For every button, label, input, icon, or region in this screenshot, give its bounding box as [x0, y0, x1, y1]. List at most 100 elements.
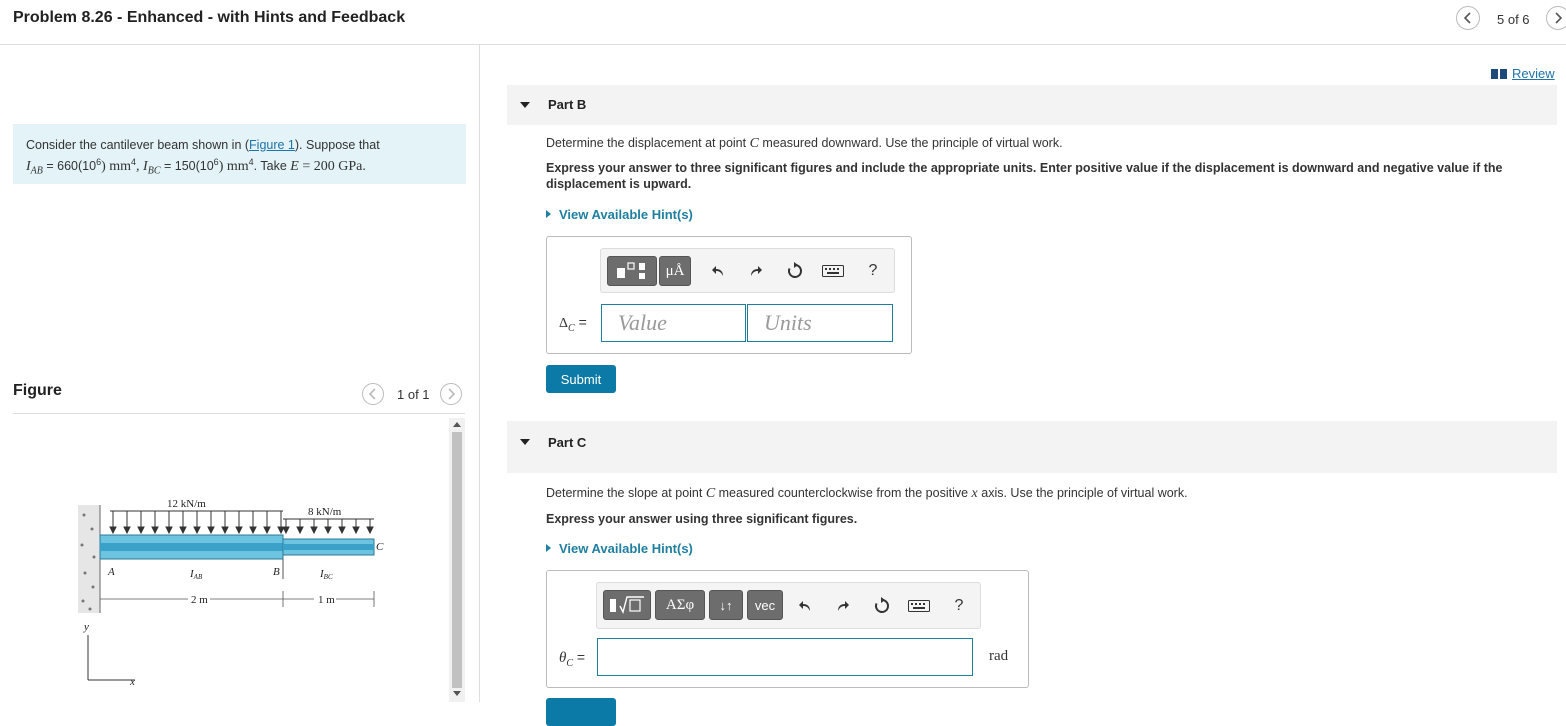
i-bc-figure-sub: BC: [324, 573, 333, 581]
problem-statement: Consider the cantilever beam shown in (F…: [13, 124, 466, 184]
part-c-toolbar: ΑΣφ ↓↑ vec ?: [596, 582, 981, 629]
caret-right-icon: [546, 544, 551, 552]
beam-ab-web: [100, 543, 283, 551]
previous-problem-button[interactable]: [1456, 6, 1480, 30]
scroll-up-icon[interactable]: [453, 421, 461, 427]
value-input-wrapper: [601, 304, 746, 342]
submit-button[interactable]: Submit: [546, 365, 616, 393]
distributed-load-12: [109, 510, 285, 535]
templates-button[interactable]: [607, 256, 657, 286]
undo-icon[interactable]: [793, 594, 817, 618]
take-text: . Take: [253, 159, 291, 174]
point-c-label: C: [376, 541, 384, 553]
reset-icon[interactable]: [870, 594, 894, 618]
part-c-instructions: Express your answer using three signific…: [546, 512, 858, 526]
dim-bc-label: 1 m: [318, 594, 335, 606]
part-c-submit-button[interactable]: [546, 698, 616, 726]
figure-previous-button[interactable]: [362, 383, 384, 405]
next-problem-button[interactable]: [1546, 6, 1566, 30]
part-c-answer-box: ΑΣφ ↓↑ vec ? θC = rad: [546, 570, 1029, 688]
templates-button[interactable]: [603, 590, 651, 620]
scroll-down-icon[interactable]: [453, 691, 461, 697]
point-b-label: B: [273, 566, 280, 578]
caret-right-icon: [546, 210, 551, 218]
chevron-left-icon: [368, 388, 376, 400]
part-b-answer-box: μÅ ? ΔC =: [546, 236, 912, 354]
part-b-hint-toggle[interactable]: View Available Hint(s): [546, 207, 693, 222]
problem-pager: 5 of 6: [1497, 12, 1530, 27]
i-bc-value: = 150(10: [160, 159, 214, 174]
units-button[interactable]: μÅ: [659, 256, 691, 286]
units-input[interactable]: [748, 305, 892, 341]
part-b-toolbar: μÅ ?: [600, 248, 895, 293]
part-c-question: Determine the slope at point C measured …: [546, 486, 1188, 502]
subscript-superscript-button[interactable]: ↓↑: [709, 590, 743, 620]
point-a-label: A: [107, 566, 115, 578]
part-b-question: Determine the displacement at point C me…: [546, 136, 1063, 152]
i-bc-unit: ) mm: [218, 159, 249, 175]
scrollbar-thumb[interactable]: [452, 432, 462, 688]
figure-pager: 1 of 1: [397, 387, 430, 402]
figure-scrollbar[interactable]: [449, 418, 465, 702]
part-c-hint-toggle[interactable]: View Available Hint(s): [546, 541, 693, 556]
part-b-hint-label: View Available Hint(s): [559, 207, 693, 222]
theta-equals: =: [573, 649, 586, 665]
chevron-left-icon: [1463, 12, 1471, 24]
slope-unit: rad: [989, 648, 1009, 664]
vector-button[interactable]: vec: [747, 590, 783, 620]
load-label-8: 8 kN/m: [308, 506, 342, 518]
part-c-header[interactable]: Part C: [507, 421, 1557, 473]
slope-input[interactable]: [598, 639, 972, 675]
part-c-question-post: axis. Use the principle of virtual work.: [977, 486, 1188, 500]
dim-ab-label: 2 m: [191, 594, 208, 606]
var-i-ab-sub: AB: [30, 165, 43, 177]
load-label-12: 12 kN/m: [167, 498, 206, 510]
left-panel: Consider the cantilever beam shown in (F…: [0, 45, 480, 702]
part-b-question-post: measured downward. Use the principle of …: [758, 136, 1063, 150]
part-b-header[interactable]: Part B: [507, 85, 1557, 125]
units-input-wrapper: [747, 304, 893, 342]
fixed-wall: [78, 505, 101, 613]
help-button[interactable]: ?: [861, 259, 885, 283]
keyboard-icon[interactable]: [907, 594, 931, 618]
i-ab-value: = 660(10: [42, 159, 97, 174]
review-link[interactable]: Review: [1512, 66, 1555, 81]
slope-input-wrapper: [597, 638, 973, 676]
part-c-question-mid: measured counterclockwise from the posit…: [715, 486, 972, 500]
cantilever-beam-figure: 12 kN/m 8 kN/m A B C IAB IBC 2 m 1 m y x: [78, 498, 384, 685]
figure-next-button[interactable]: [440, 383, 462, 405]
part-c-question-var: C: [705, 486, 716, 501]
figure-link[interactable]: Figure 1: [249, 138, 295, 152]
i-ab-unit: ) mm: [101, 159, 132, 175]
distributed-load-8: [282, 518, 374, 535]
svg-text:IBC: IBC: [319, 568, 333, 581]
page-title: Problem 8.26 - Enhanced - with Hints and…: [13, 9, 406, 26]
reset-icon[interactable]: [783, 259, 807, 283]
keyboard-icon[interactable]: [821, 259, 845, 283]
coordinate-axes: [87, 635, 135, 681]
caret-down-icon: [520, 102, 530, 108]
part-c-question-pre: Determine the slope at point: [546, 486, 706, 500]
greek-symbols-button[interactable]: ΑΣφ: [655, 590, 705, 620]
undo-icon[interactable]: [706, 259, 730, 283]
part-b-question-var: C: [749, 136, 759, 151]
templates-icon: [617, 262, 645, 279]
redo-icon[interactable]: [744, 259, 768, 283]
delta-subscript: C: [568, 322, 575, 334]
part-b-title: Part B: [548, 97, 587, 112]
figure-divider: [13, 413, 465, 414]
e-value: = 200 GPa.: [298, 159, 366, 175]
value-input[interactable]: [602, 305, 745, 341]
chevron-right-icon: [448, 388, 456, 400]
var-i-bc-sub: BC: [147, 165, 161, 177]
var-i-bc: , I: [136, 159, 148, 175]
part-b-instructions: Express your answer to three significant…: [546, 161, 1503, 191]
var-e: E: [290, 159, 299, 175]
axis-x-label: x: [129, 676, 135, 685]
book-icon: [1491, 69, 1507, 79]
chevron-right-icon: [1555, 12, 1563, 24]
redo-icon[interactable]: [831, 594, 855, 618]
part-c-title: Part C: [548, 435, 587, 450]
help-button[interactable]: ?: [947, 594, 971, 618]
problem-text-prefix: Consider the cantilever beam shown in (: [26, 138, 250, 152]
